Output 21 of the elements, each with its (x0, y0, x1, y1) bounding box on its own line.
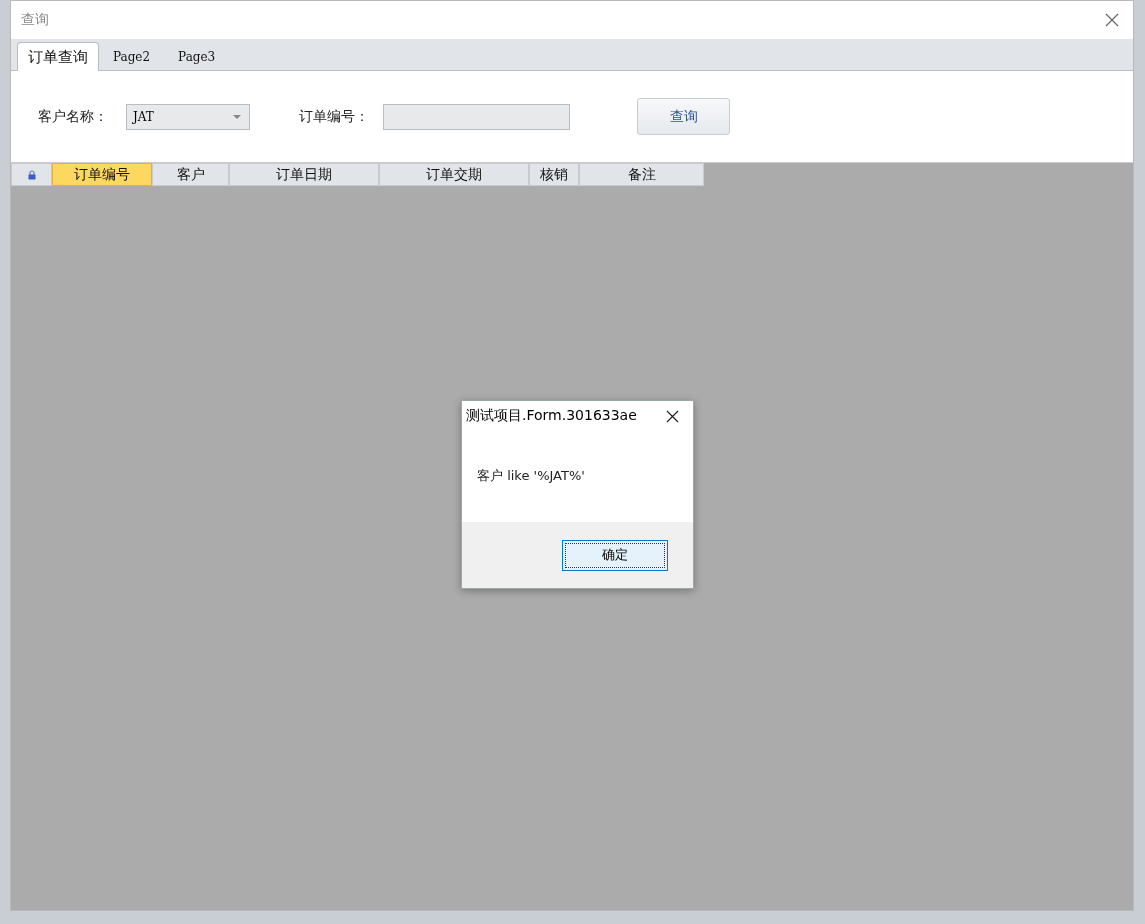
dropdown-arrow-icon (233, 114, 241, 119)
ok-button[interactable]: 确定 (562, 539, 668, 571)
close-icon[interactable] (666, 409, 679, 423)
customer-label: 客户名称： (38, 107, 108, 126)
dialog-message: 客户 like '%JAT%' (477, 468, 585, 483)
customer-dropdown[interactable]: JAT (126, 103, 250, 130)
column-header[interactable]: 订单日期 (229, 163, 379, 186)
lock-icon (27, 169, 36, 180)
column-header[interactable]: 备注 (579, 163, 704, 186)
tab[interactable]: 订单查询 (17, 42, 99, 71)
tab[interactable]: Page3 (164, 44, 230, 70)
window-title: 查询 (21, 11, 49, 29)
order-number-label: 订单编号： (299, 107, 369, 126)
column-header[interactable]: 订单编号 (52, 163, 152, 186)
column-header[interactable]: 订单交期 (379, 163, 529, 186)
dialog-title: 测试项目.Form.301633ae (466, 407, 637, 425)
tab[interactable]: Page2 (99, 44, 165, 70)
order-number-field[interactable] (383, 103, 570, 130)
column-header[interactable]: 客户 (152, 163, 229, 186)
query-button[interactable]: 查询 (637, 98, 730, 135)
column-header[interactable]: 核销 (529, 163, 579, 186)
